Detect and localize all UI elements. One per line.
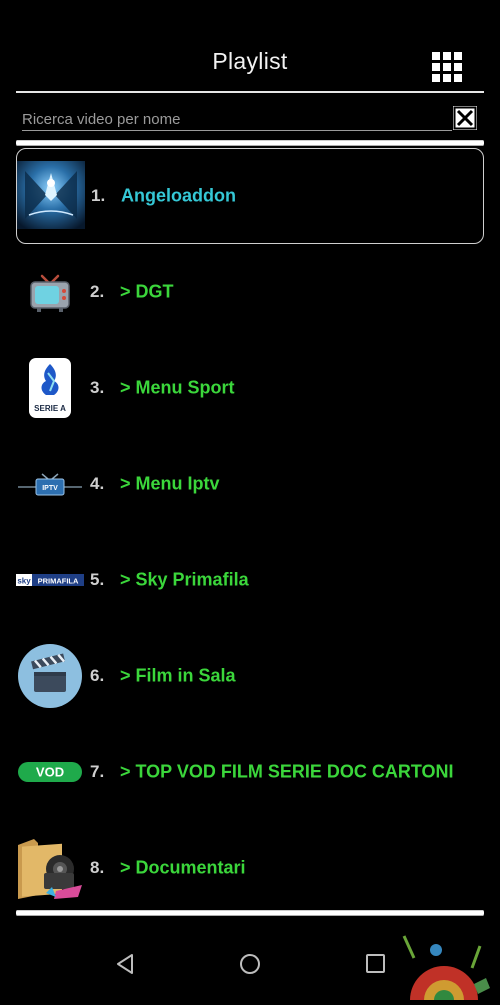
playlist-item-top-vod[interactable]: VOD 7. > TOP VOD FILM SERIE DOC CARTONI <box>16 724 484 820</box>
clapperboard-icon <box>16 636 84 716</box>
sky-text: sky <box>17 577 31 586</box>
item-label: > Sky Primafila <box>120 569 249 590</box>
item-label: > Film in Sala <box>120 665 236 686</box>
item-number: 3. <box>90 378 105 397</box>
android-watermark-logo <box>374 928 494 1000</box>
home-circle-icon[interactable] <box>236 950 264 978</box>
playlist-item-sky-primafila[interactable]: sky PRIMAFILA 5. > Sky Primafila <box>16 532 484 628</box>
page-title: Playlist <box>212 48 288 74</box>
item-label: > Menu Iptv <box>120 473 220 494</box>
playlist: 1. Angeloaddon 2. > DGT SERIE A 3. > Men… <box>16 148 484 916</box>
item-label: > Documentari <box>120 857 246 878</box>
primafila-text: PRIMAFILA <box>38 577 79 586</box>
angeloaddon-thumbnail <box>17 155 85 235</box>
list-bottom-divider <box>16 910 484 916</box>
search-input[interactable] <box>22 108 452 131</box>
vod-text: VOD <box>36 765 64 780</box>
playlist-item-film-in-sala[interactable]: 6. > Film in Sala <box>16 628 484 724</box>
back-triangle-icon[interactable] <box>112 950 140 978</box>
sky-primafila-logo: sky PRIMAFILA <box>16 540 84 620</box>
iptv-logo: IPTV <box>16 444 84 524</box>
grid-menu-icon[interactable] <box>432 52 462 82</box>
playlist-item-dgt[interactable]: 2. > DGT <box>16 244 484 340</box>
tv-icon <box>16 252 84 332</box>
item-label: > TOP VOD FILM SERIE DOC CARTONI <box>120 761 454 782</box>
list-top-divider <box>16 140 484 146</box>
item-number: 5. <box>90 570 105 589</box>
playlist-item-angeloaddon[interactable]: 1. Angeloaddon <box>16 148 484 244</box>
item-number: 6. <box>90 666 105 685</box>
documentary-folder-icon <box>16 828 84 908</box>
playlist-item-menu-iptv[interactable]: IPTV 4. > Menu Iptv <box>16 436 484 532</box>
serie-a-logo: SERIE A <box>16 348 84 428</box>
item-number: 2. <box>90 282 105 301</box>
app-header: Playlist <box>0 0 500 93</box>
playlist-item-menu-sport[interactable]: SERIE A 3. > Menu Sport <box>16 340 484 436</box>
item-label: > Menu Sport <box>120 377 235 398</box>
svg-text:IPTV: IPTV <box>42 485 58 492</box>
playlist-item-documentari[interactable]: 8. > Documentari <box>16 820 484 916</box>
search-bar <box>16 104 484 134</box>
item-number: 7. <box>90 762 105 781</box>
close-box-icon[interactable] <box>453 106 477 130</box>
header-divider <box>16 91 484 93</box>
item-number: 4. <box>90 474 105 493</box>
serie-a-text: SERIE A <box>34 404 66 413</box>
item-number: 8. <box>90 858 105 877</box>
vod-badge: VOD <box>16 732 84 812</box>
system-navbar <box>0 928 500 1000</box>
item-label: > DGT <box>120 281 174 302</box>
item-number: 1. <box>91 186 106 205</box>
item-label: Angeloaddon <box>121 185 236 206</box>
